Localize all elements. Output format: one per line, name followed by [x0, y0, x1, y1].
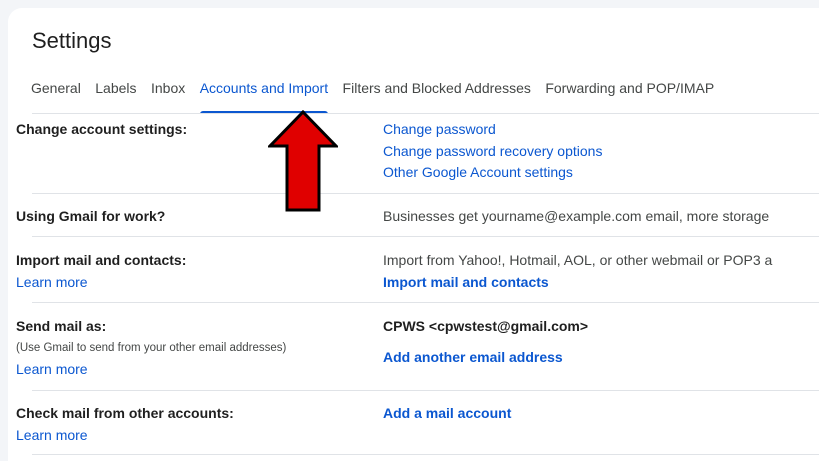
change-password-link[interactable]: Change password	[383, 121, 496, 137]
tab-accounts-and-import[interactable]: Accounts and Import	[199, 79, 329, 114]
send-mail-as-label: Send mail as:	[16, 318, 107, 334]
page-title: Settings	[32, 28, 112, 53]
tabs-divider	[32, 113, 819, 114]
row-divider	[32, 193, 819, 194]
check-mail-label: Check mail from other accounts:	[16, 405, 234, 421]
send-mail-as-sublabel: (Use Gmail to send from your other email…	[16, 342, 287, 354]
add-another-email-address-link[interactable]: Add another email address	[383, 349, 563, 365]
import-mail-and-contacts-link[interactable]: Import mail and contacts	[383, 274, 549, 290]
settings-panel: Settings General Labels Inbox Accounts a…	[8, 8, 819, 461]
tab-general[interactable]: General	[31, 79, 81, 114]
tab-inbox[interactable]: Inbox	[151, 79, 185, 114]
tab-forwarding-and-pop-imap[interactable]: Forwarding and POP/IMAP	[545, 79, 714, 114]
up-arrow-annotation-icon	[268, 110, 338, 212]
import-description: Import from Yahoo!, Hotmail, AOL, or oth…	[383, 252, 773, 268]
tab-filters-and-blocked-addresses[interactable]: Filters and Blocked Addresses	[343, 79, 531, 114]
app-background: Settings General Labels Inbox Accounts a…	[0, 0, 819, 461]
row-divider	[32, 454, 819, 455]
settings-tabs: General Labels Inbox Accounts and Import…	[31, 79, 724, 115]
row-divider	[32, 236, 819, 237]
check-mail-learn-more-link[interactable]: Learn more	[16, 427, 88, 443]
send-as-learn-more-link[interactable]: Learn more	[16, 361, 88, 377]
change-account-settings-label: Change account settings:	[16, 121, 188, 137]
gmail-for-work-label: Using Gmail for work?	[16, 208, 166, 224]
add-a-mail-account-link[interactable]: Add a mail account	[383, 405, 511, 421]
gmail-for-work-text: Businesses get yourname@example.com emai…	[383, 208, 770, 224]
import-mail-label: Import mail and contacts:	[16, 252, 187, 268]
send-as-address: CPWS <cpwstest@gmail.com>	[383, 318, 589, 334]
import-learn-more-link[interactable]: Learn more	[16, 274, 88, 290]
row-divider	[32, 302, 819, 303]
tab-labels[interactable]: Labels	[95, 79, 136, 114]
other-google-account-settings-link[interactable]: Other Google Account settings	[383, 164, 573, 180]
row-divider	[32, 390, 819, 391]
change-password-recovery-link[interactable]: Change password recovery options	[383, 143, 602, 159]
